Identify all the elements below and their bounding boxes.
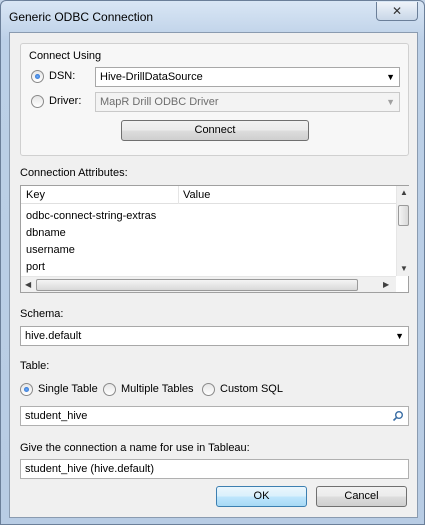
- single-table-radio[interactable]: [20, 383, 33, 396]
- horizontal-scroll-thumb[interactable]: [36, 279, 358, 291]
- dialog-window: Generic ODBC Connection ✕ Connect Using …: [0, 0, 425, 525]
- dsn-label: DSN:: [49, 70, 76, 82]
- driver-radio[interactable]: [31, 95, 44, 108]
- window-title: Generic ODBC Connection: [9, 10, 154, 24]
- custom-sql-radio[interactable]: [202, 383, 215, 396]
- driver-select[interactable]: MapR Drill ODBC Driver ▼: [95, 92, 400, 112]
- ok-button[interactable]: OK: [216, 486, 307, 507]
- attributes-header: Key Value: [21, 186, 397, 204]
- dialog-body: Connect Using DSN: Hive-DrillDataSource …: [9, 32, 418, 518]
- column-divider[interactable]: [178, 186, 179, 204]
- column-header-value[interactable]: Value: [183, 189, 210, 201]
- chevron-down-icon: ▼: [395, 331, 404, 341]
- list-item[interactable]: port: [26, 261, 45, 273]
- chevron-down-icon: ▼: [386, 72, 395, 82]
- close-button[interactable]: ✕: [376, 2, 418, 21]
- vertical-scroll-thumb[interactable]: [398, 205, 409, 226]
- driver-value: MapR Drill ODBC Driver: [100, 96, 219, 108]
- connect-using-title: Connect Using: [29, 50, 102, 62]
- arrow-down-icon[interactable]: ▼: [400, 264, 408, 273]
- search-icon[interactable]: [392, 410, 404, 422]
- column-header-key[interactable]: Key: [26, 189, 45, 201]
- list-item[interactable]: username: [26, 244, 75, 256]
- connect-button[interactable]: Connect: [121, 120, 309, 141]
- close-icon: ✕: [391, 4, 403, 18]
- cancel-button[interactable]: Cancel: [316, 486, 407, 507]
- chevron-down-icon: ▼: [386, 97, 395, 107]
- multiple-tables-radio[interactable]: [103, 383, 116, 396]
- schema-label: Schema:: [20, 308, 64, 320]
- list-item[interactable]: odbc-connect-string-extras: [26, 210, 156, 222]
- connection-name-label: Give the connection a name for use in Ta…: [20, 442, 250, 454]
- arrow-right-icon[interactable]: ▶: [383, 280, 389, 289]
- list-item[interactable]: dbname: [26, 227, 66, 239]
- connection-name-input[interactable]: student_hive (hive.default): [20, 459, 409, 479]
- title-bar: Generic ODBC Connection ✕: [1, 1, 424, 31]
- multiple-tables-label: Multiple Tables: [121, 383, 194, 395]
- horizontal-scrollbar[interactable]: ◀ ▶: [21, 276, 396, 292]
- arrow-left-icon[interactable]: ◀: [25, 280, 31, 289]
- dsn-radio[interactable]: [31, 70, 44, 83]
- driver-label: Driver:: [49, 95, 82, 107]
- attributes-list[interactable]: Key Value odbc-connect-string-extras dbn…: [20, 185, 409, 293]
- schema-value: hive.default: [25, 330, 82, 342]
- schema-select[interactable]: hive.default ▼: [20, 326, 409, 346]
- table-search-value: student_hive: [25, 410, 88, 422]
- connection-name-value: student_hive (hive.default): [25, 463, 155, 475]
- single-table-label: Single Table: [38, 383, 98, 395]
- connect-using-group: Connect Using DSN: Hive-DrillDataSource …: [20, 43, 409, 156]
- connection-attributes-label: Connection Attributes:: [20, 167, 128, 179]
- vertical-scrollbar[interactable]: ▲ ▼: [396, 186, 409, 276]
- dsn-select[interactable]: Hive-DrillDataSource ▼: [95, 67, 400, 87]
- arrow-up-icon[interactable]: ▲: [400, 188, 408, 197]
- dsn-value: Hive-DrillDataSource: [100, 71, 203, 83]
- table-label: Table:: [20, 360, 50, 372]
- custom-sql-label: Custom SQL: [220, 383, 283, 395]
- table-search-input[interactable]: student_hive: [20, 406, 409, 426]
